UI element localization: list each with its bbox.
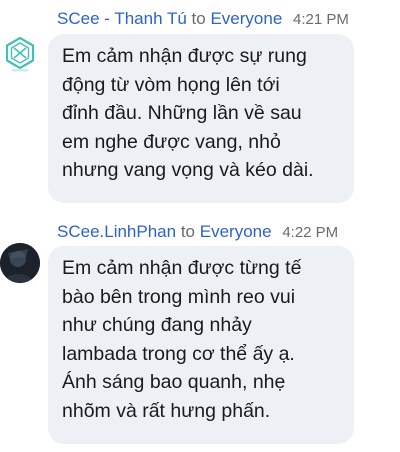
timestamp: 4:22 PM	[282, 224, 339, 241]
recipient-name[interactable]: Everyone	[210, 9, 282, 28]
message-bubble: Em cảm nhận được từng tế bào bên trong m…	[48, 246, 354, 444]
sender-name[interactable]: SCee.LinhPhan	[57, 222, 176, 241]
avatar[interactable]	[0, 34, 40, 74]
avatar[interactable]	[0, 243, 40, 283]
message-header: SCee.LinhPhan to Everyone 4:22 PM	[57, 221, 338, 243]
user-photo-icon	[0, 243, 40, 283]
hexagon-logo-icon	[0, 36, 40, 74]
message-text: Em cảm nhận được từng tế bào bên trong m…	[62, 257, 302, 422]
to-label: to	[180, 222, 196, 241]
chat-message: SCee.LinhPhan to Everyone 4:22 PM Em cảm…	[0, 215, 400, 452]
message-text: Em cảm nhận được sự rung động từ vòm họn…	[62, 45, 314, 181]
timestamp: 4:21 PM	[293, 11, 349, 28]
chat-message: SCee - Thanh Tú to Everyone 4:21 PM Em c…	[0, 0, 400, 215]
sender-name[interactable]: SCee - Thanh Tú	[57, 9, 187, 28]
to-label: to	[191, 9, 206, 28]
message-header: SCee - Thanh Tú to Everyone 4:21 PM	[57, 8, 349, 30]
message-bubble: Em cảm nhận được sự rung động từ vòm họn…	[48, 34, 354, 203]
recipient-name[interactable]: Everyone	[200, 222, 272, 241]
